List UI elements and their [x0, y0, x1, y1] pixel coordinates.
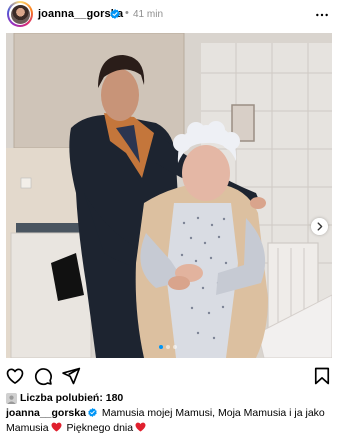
likes-label: Liczba polubień: 180	[20, 392, 124, 404]
verified-badge-icon	[110, 9, 120, 19]
photo-illustration	[6, 33, 332, 358]
more-options-icon[interactable]	[314, 7, 330, 23]
carousel-indicator	[0, 345, 338, 351]
caption-text-part2: Pięknego dnia	[66, 422, 134, 434]
paper-plane-icon	[62, 367, 81, 385]
verified-badge-icon	[88, 408, 97, 417]
post-header: joanna__gorska • 41 min	[0, 0, 338, 30]
likes-avatar-icon	[6, 393, 17, 404]
post-time: 41 min	[133, 9, 164, 20]
caption-username[interactable]: joanna__gorska	[6, 407, 86, 419]
action-bar	[0, 364, 338, 388]
share-button[interactable]	[61, 366, 81, 386]
bookmark-icon	[314, 367, 330, 385]
comment-button[interactable]	[33, 366, 53, 386]
red-heart-icon	[135, 422, 146, 432]
like-button[interactable]	[5, 366, 25, 386]
save-button[interactable]	[312, 366, 332, 386]
post-caption: joanna__gorska Mamusia mojej Mamusi, Moj…	[6, 406, 332, 436]
comment-icon	[35, 368, 52, 386]
carousel-dot-active	[159, 345, 163, 349]
separator-dot: •	[125, 7, 129, 19]
carousel-next-button[interactable]	[311, 218, 328, 235]
red-heart-icon	[51, 422, 62, 432]
post-photo[interactable]	[6, 33, 332, 358]
carousel-dot	[173, 345, 177, 349]
heart-icon	[6, 368, 24, 384]
carousel-dot	[166, 345, 170, 349]
avatar[interactable]	[7, 1, 33, 27]
